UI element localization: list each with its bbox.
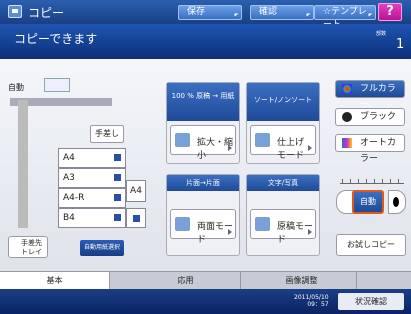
black-button[interactable]: ブラック (335, 108, 405, 126)
time-text: 09：57 (307, 301, 329, 308)
save-label: 保存 (187, 7, 206, 17)
tab-bar: 基本 応用 画像調整 (0, 271, 411, 290)
copy-screen: { "header": { "title": "コピー", "buttons":… (0, 0, 411, 314)
density-darker-button[interactable] (388, 190, 406, 214)
status-bar: コピーできます 部数 1 (0, 24, 411, 59)
confirm-button[interactable]: 確認 (250, 5, 314, 20)
copy-count-label: 部数 (376, 31, 387, 37)
bypass-tray-button[interactable]: 手差先 トレイ (8, 236, 48, 258)
machine-panel-icon (44, 78, 70, 92)
tray-label: B4 (63, 213, 75, 223)
chevron-icon (306, 13, 311, 17)
machine-column-icon (18, 100, 28, 228)
finish-group: ソート/ノンソート 仕上げ モード (246, 82, 320, 164)
chevron-icon (234, 13, 239, 17)
side-tray2-button[interactable] (126, 208, 146, 228)
auto-color-button[interactable]: オートカラー (335, 134, 405, 164)
chevron-icon (368, 13, 373, 17)
confirm-label: 確認 (259, 7, 278, 17)
datetime: 2011/05/10 09：57 (294, 294, 329, 308)
original-mode-button[interactable]: 原稿モード (250, 209, 316, 245)
density-auto-button[interactable]: 自動 (352, 190, 384, 214)
job-status-button[interactable]: 状況確認 (338, 293, 404, 310)
tray-a4r-button[interactable]: A4-R (58, 188, 126, 208)
chevron-right-icon (228, 145, 232, 151)
auto-color-icon (342, 138, 352, 148)
auto-paper-select-button[interactable]: 自動用紙選択 (80, 240, 124, 256)
help-button[interactable]: ? (378, 3, 402, 21)
copy-app-icon (8, 5, 22, 18)
paper-icon (114, 194, 121, 201)
manual-feed-button[interactable]: 手差し (90, 125, 124, 143)
paper-icon (114, 174, 121, 181)
copy-count: 1 (396, 37, 405, 52)
tray-a3-button[interactable]: A3 (58, 168, 126, 188)
duplex-group: 片面→片面 両面モード (166, 174, 240, 256)
zoom-button[interactable]: 拡大・縮小 (170, 125, 236, 161)
tab-advanced[interactable]: 応用 (131, 272, 241, 290)
paper-icon (133, 215, 140, 222)
chevron-right-icon (228, 229, 232, 235)
tray-b4-button[interactable]: B4 (58, 208, 126, 228)
paper-icon (114, 154, 121, 161)
finish-icon (255, 133, 270, 147)
zoom-icon (175, 133, 190, 147)
status-message: コピーできます (14, 32, 98, 46)
tray-a4-button[interactable]: A4 (58, 148, 126, 168)
density-scale-icon (340, 179, 404, 184)
finish-caption: ソート/ノンソート (247, 83, 319, 121)
bottom-bar: 2011/05/10 09：57 状況確認 (0, 289, 411, 314)
tab-basic[interactable]: 基本 (0, 272, 110, 290)
top-bar: コピー 保存 確認 ☆テンプレート ? (0, 0, 411, 30)
save-button[interactable]: 保存 (178, 5, 242, 20)
zoom-caption: 100 % 原稿 → 用紙 (167, 83, 239, 121)
tab-image-adjust[interactable]: 画像調整 (247, 272, 357, 290)
duplex-icon (175, 217, 190, 231)
black-icon (342, 112, 352, 122)
duplex-caption: 片面→片面 (167, 175, 239, 191)
zoom-group: 100 % 原稿 → 用紙 拡大・縮小 (166, 82, 240, 164)
chevron-right-icon (308, 229, 312, 235)
tray-label: A4 (63, 153, 75, 163)
color-icon (342, 84, 352, 94)
paper-icon (114, 214, 121, 221)
chevron-right-icon (308, 145, 312, 151)
black-label: ブラック (360, 112, 397, 122)
app-title: コピー (28, 6, 65, 20)
side-tray-button[interactable]: A4 (126, 180, 146, 202)
full-color-button[interactable]: フルカラー (335, 80, 405, 110)
original-icon (255, 217, 270, 231)
tray-label: A4-R (63, 193, 85, 203)
tray-label: A3 (63, 173, 75, 183)
finish-mode-button[interactable]: 仕上げ モード (250, 125, 316, 161)
duplex-mode-button[interactable]: 両面モード (170, 209, 236, 245)
template-button[interactable]: ☆テンプレート (314, 5, 376, 30)
proof-copy-button[interactable]: お試しコピー (336, 234, 406, 256)
original-caption: 文字/写真 (247, 175, 319, 191)
original-group: 文字/写真 原稿モード (246, 174, 320, 256)
auto-mode-label: 自動 (8, 83, 24, 92)
date-text: 2011/05/10 (294, 294, 329, 301)
